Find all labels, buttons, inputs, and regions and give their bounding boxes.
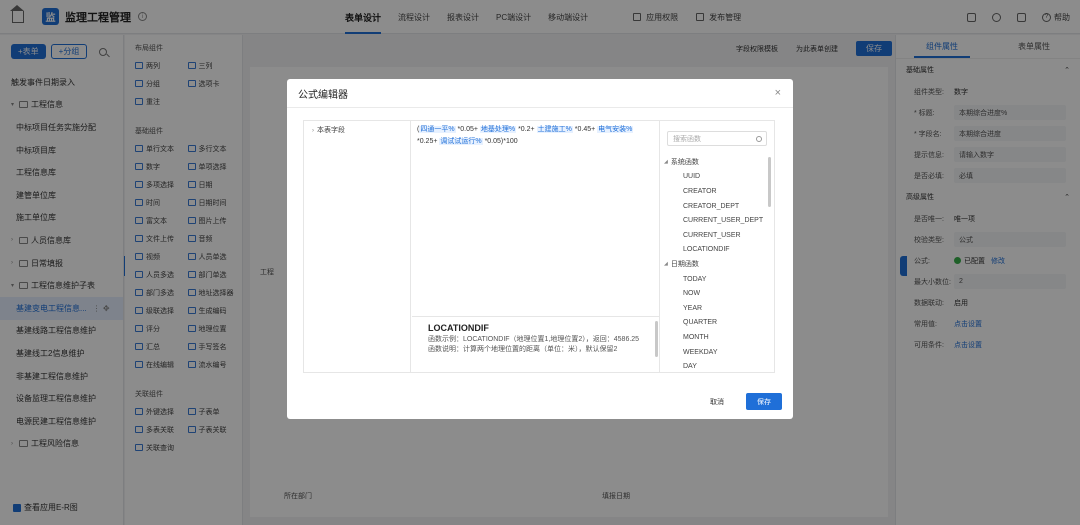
- field-token: 地基处理%: [479, 126, 517, 133]
- function-item[interactable]: CREATOR: [664, 184, 764, 199]
- function-group[interactable]: ◢ 系统函数: [664, 155, 764, 170]
- dialog-title: 公式编辑器: [298, 89, 348, 101]
- field-tree: › 本表字段: [304, 121, 411, 372]
- function-item[interactable]: WEEKDAY: [664, 345, 764, 360]
- field-token: 土建施工%: [536, 126, 573, 133]
- function-list-scrollbar[interactable]: [768, 157, 771, 207]
- function-doc-description: 函数说明：计算两个地理位置的距离（单位：米），默认保留2: [428, 346, 618, 353]
- formula-text: *0.25+: [417, 138, 440, 145]
- field-token: 四通一平%: [419, 126, 456, 133]
- field-token: 电气安装%: [597, 126, 634, 133]
- function-group-label: 日期函数: [670, 261, 699, 269]
- function-search-placeholder: 搜索函数: [673, 135, 701, 143]
- function-item[interactable]: DAY: [664, 359, 764, 370]
- function-item[interactable]: CURRENT_USER_DEPT: [664, 213, 764, 228]
- function-group[interactable]: ◢ 日期函数: [664, 257, 764, 272]
- formula-editor-body: ›本表字段 (四通一平% *0.05+ 地基处理% *0.2+ 土建施工% *0…: [303, 120, 775, 373]
- chevron-right-icon: ›: [312, 128, 314, 134]
- function-item[interactable]: UUID: [664, 170, 764, 185]
- doc-scrollbar[interactable]: [655, 321, 658, 357]
- function-doc: LOCATIONDIF 函数示例：LOCATIONDIF（地理位置1,地理位置2…: [412, 316, 659, 372]
- function-item[interactable]: CREATOR_DEPT: [664, 199, 764, 214]
- field-tree-root[interactable]: › 本表字段: [304, 125, 410, 135]
- close-icon[interactable]: ×: [775, 87, 781, 99]
- save-button[interactable]: 保存: [746, 393, 782, 410]
- formula-text: *0.45+: [572, 126, 598, 133]
- function-item[interactable]: MONTH: [664, 330, 764, 345]
- formula-text: *0.05+: [455, 126, 480, 133]
- formula-text: *0.2+: [516, 126, 537, 133]
- function-item[interactable]: CURRENT_USER: [664, 228, 764, 243]
- field-token: 调试试运行%: [439, 138, 483, 145]
- function-list: ◢ 系统函数 UUID CREATOR CREATOR_DEPT CURRENT_USER…: [664, 155, 764, 370]
- function-item[interactable]: YEAR: [664, 301, 764, 316]
- function-panel: 搜索函数 ◢ 系统函数 UUID CREATOR CREATOR_DEPT CURRENT…: [659, 121, 775, 372]
- function-doc-example: 函数示例：LOCATIONDIF（地理位置1,地理位置2），返回：4586.25: [428, 336, 640, 343]
- formula-editor-dialog: 公式编辑器 × ›本表字段 (四通一平% *0.05+ 地基处理% *0.2+ …: [287, 79, 793, 419]
- search-icon: [756, 136, 762, 142]
- function-item[interactable]: QUARTER: [664, 316, 764, 331]
- function-item[interactable]: NOW: [664, 286, 764, 301]
- formula-text: *0.05)*100: [482, 138, 518, 145]
- function-group-label: 系统函数: [670, 159, 699, 167]
- cancel-button[interactable]: 取消: [698, 393, 736, 410]
- chevron-down-icon: ◢: [664, 261, 668, 268]
- function-item[interactable]: TODAY: [664, 272, 764, 287]
- function-search-input[interactable]: 搜索函数: [667, 131, 767, 146]
- field-tree-root-label: 本表字段: [317, 127, 345, 134]
- function-item[interactable]: LOCATIONDIF: [664, 243, 764, 258]
- chevron-down-icon: ◢: [664, 159, 668, 166]
- formula-input[interactable]: (四通一平% *0.05+ 地基处理% *0.2+ 土建施工% *0.45+ 电…: [412, 121, 658, 307]
- function-doc-title: LOCATIONDIF: [428, 323, 489, 333]
